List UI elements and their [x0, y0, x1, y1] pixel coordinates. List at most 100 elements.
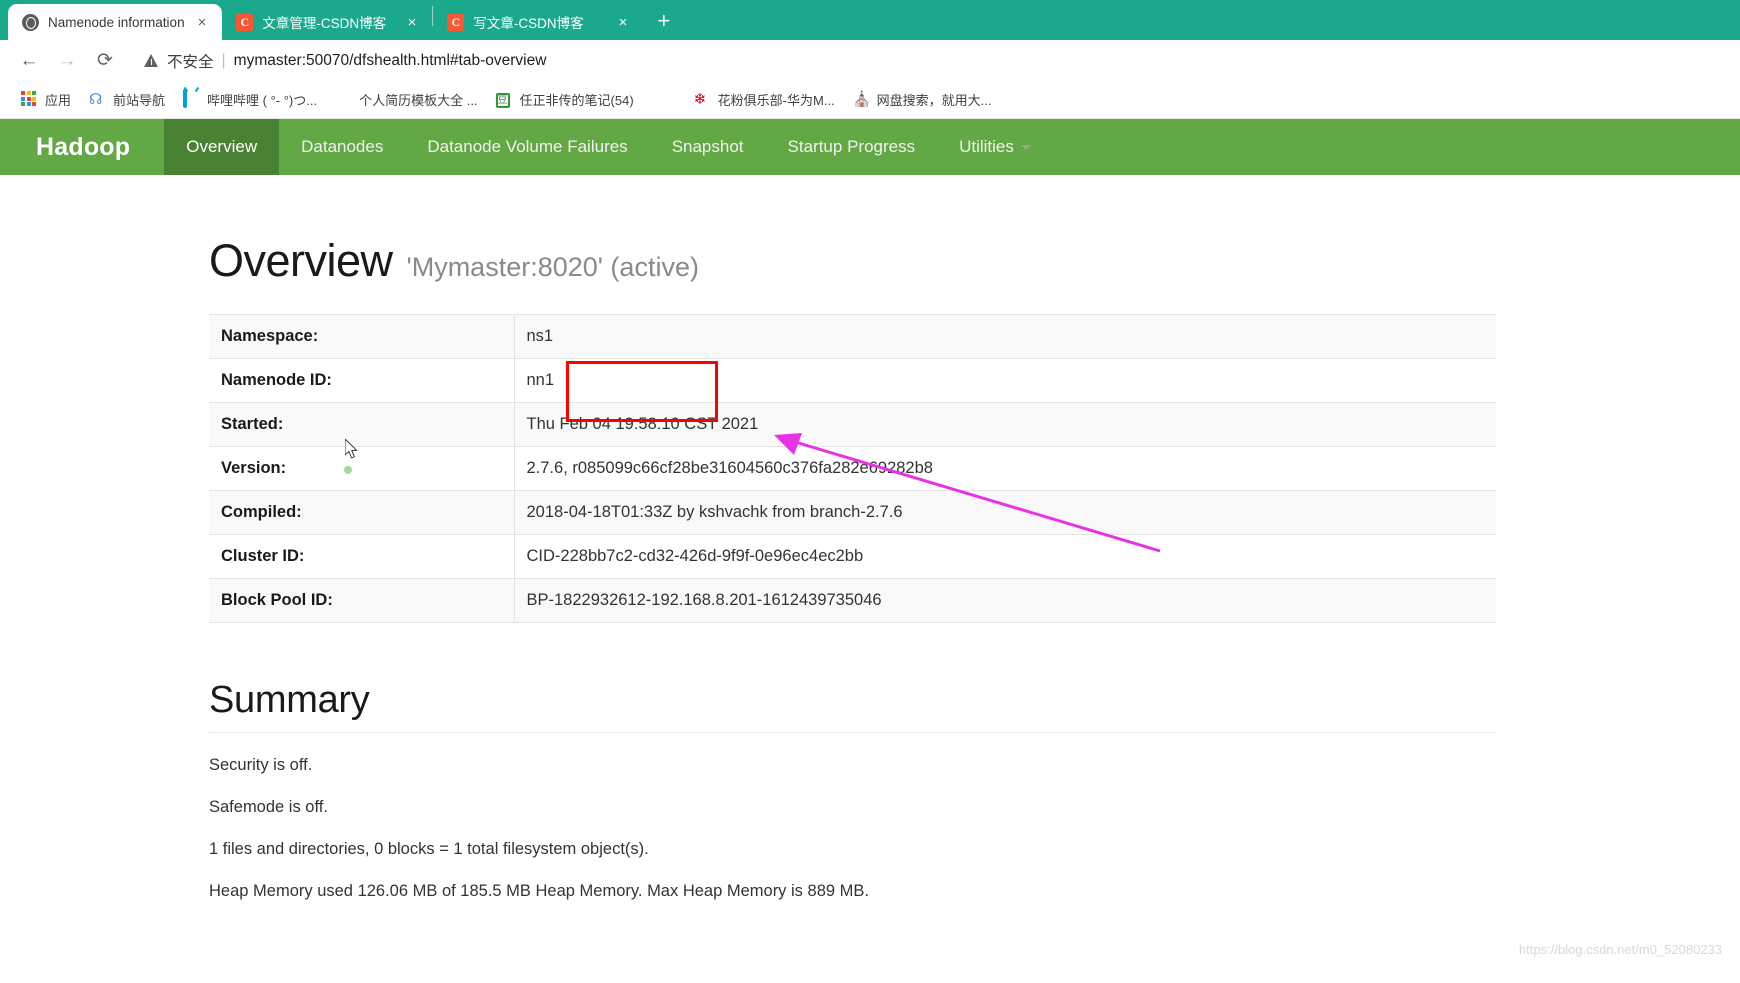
not-secure-warning-icon	[144, 53, 159, 68]
page-subtitle: 'Mymaster:8020' (active)	[406, 252, 699, 282]
bookmarks-bar: 应用 ☊ 前站导航 哔哩哔哩 ( °- °)つ... 个人简历模板大全 ... …	[0, 81, 1740, 119]
chevron-down-icon	[1020, 144, 1031, 150]
browser-tab-0[interactable]: Namenode information ×	[8, 4, 223, 40]
globe-icon	[22, 13, 39, 31]
row-value: Thu Feb 04 19:58:10 CST 2021	[526, 415, 759, 433]
browser-tab-1[interactable]: C 文章管理-CSDN博客 ×	[222, 4, 432, 40]
nav-tab-snapshot[interactable]: Snapshot	[650, 119, 766, 175]
table-row: Compiled: 2018-04-18T01:33Z by kshvachk …	[209, 490, 1496, 535]
row-value: ns1	[526, 327, 554, 345]
browser-toolbar: ← → ⟳ 不安全 | mymaster:50070/dfshealth.htm…	[0, 40, 1740, 81]
hadoop-navbar: Hadoop Overview Datanodes Datanode Volum…	[0, 119, 1740, 175]
summary-line: Heap Memory used 126.06 MB of 185.5 MB H…	[209, 882, 869, 900]
csdn-icon: C	[236, 13, 254, 31]
overview-properties-table: Namespace: ns1 Namenode ID: nn1 Started:…	[209, 314, 1496, 623]
tab-title: Namenode information	[48, 14, 185, 30]
row-value: nn1	[526, 371, 555, 389]
row-value: 2018-04-18T01:33Z by kshvachk from branc…	[526, 503, 903, 521]
bookmark-label: 应用	[45, 93, 72, 108]
table-row: Version: 2.7.6, r085099c66cf28be31604560…	[209, 446, 1496, 491]
tab-title: 写文章-CSDN博客	[473, 16, 584, 31]
bookmark-douban-notes[interactable]: 豆 任正非传的笔记(54)	[487, 87, 643, 112]
forward-button[interactable]: →	[48, 42, 86, 80]
huawei-flower-icon: ❄	[693, 91, 707, 108]
watermark-text: https://blog.csdn.net/m0_52080233	[1518, 942, 1722, 957]
overview-table-wrap: Namespace: ns1 Namenode ID: nn1 Started:…	[0, 314, 1740, 623]
url-text: mymaster:50070/dfshealth.html#tab-overvi…	[233, 51, 547, 69]
table-row: Namespace: ns1	[209, 314, 1496, 359]
bookmark-apps[interactable]: 应用	[12, 87, 80, 112]
row-label: Cluster ID:	[209, 534, 515, 579]
nav-tab-utilities[interactable]: Utilities	[937, 119, 1053, 175]
nav-tab-datanode-volume-failures[interactable]: Datanode Volume Failures	[405, 119, 649, 175]
bookmark-label: 任正非传的笔记(54)	[519, 93, 634, 108]
row-label: Block Pool ID:	[209, 578, 515, 623]
tab-strip: Namenode information × C 文章管理-CSDN博客 × C…	[0, 0, 1740, 40]
nav-label: Datanode Volume Failures	[427, 137, 628, 156]
nav-tab-datanodes[interactable]: Datanodes	[279, 119, 405, 175]
orange-box-icon: ⛪	[852, 91, 872, 108]
row-label: Compiled:	[209, 490, 515, 535]
table-row: Namenode ID: nn1	[209, 358, 1496, 403]
close-icon[interactable]: ×	[615, 13, 632, 32]
table-row: Block Pool ID: BP-1822932612-192.168.8.2…	[209, 578, 1496, 623]
page-title-row: Overview 'Mymaster:8020' (active)	[0, 175, 1740, 287]
row-label: Started:	[209, 402, 515, 447]
row-value: 2.7.6, r085099c66cf28be31604560c376fa282…	[526, 459, 933, 477]
douban-icon: 豆	[495, 93, 510, 108]
table-row: Started: Thu Feb 04 19:58:10 CST 2021	[209, 402, 1496, 447]
nav-label: Overview	[186, 137, 258, 156]
bookmark-label: 花粉俱乐部-华为M...	[717, 93, 835, 108]
bookmark-huafen-club[interactable]: ❄ 花粉俱乐部-华为M...	[685, 87, 844, 112]
hadoop-brand[interactable]: Hadoop	[0, 119, 164, 175]
omnibox-separator: |	[221, 51, 226, 69]
back-button[interactable]: ←	[10, 42, 48, 80]
summary-line: 1 files and directories, 0 blocks = 1 to…	[209, 840, 649, 858]
summary-line: Safemode is off.	[209, 798, 328, 816]
bookmark-globe[interactable]	[643, 88, 685, 111]
hadoop-page: Hadoop Overview Datanodes Datanode Volum…	[0, 119, 1740, 963]
nav-tab-startup-progress[interactable]: Startup Progress	[766, 119, 938, 175]
bilibili-icon	[183, 89, 200, 108]
document-icon	[335, 91, 352, 108]
bookmark-label: 个人简历模板大全 ...	[359, 93, 478, 108]
bookmark-label: 前站导航	[113, 93, 166, 108]
nav-label: Datanodes	[301, 137, 384, 156]
tab-title: 文章管理-CSDN博客	[262, 16, 387, 31]
summary-title: Summary	[209, 679, 1496, 733]
reload-button[interactable]: ⟳	[86, 42, 124, 80]
security-label: 不安全	[167, 53, 214, 71]
browser-window: Namenode information × C 文章管理-CSDN博客 × C…	[0, 0, 1740, 983]
bookmark-label: 哔哩哔哩 ( °- °)つ...	[207, 93, 318, 108]
globe-icon	[652, 91, 669, 108]
bookmark-netdisk-search[interactable]: ⛪ 网盘搜索，就用大...	[844, 87, 1001, 112]
row-value: BP-1822932612-192.168.8.201-161243973504…	[526, 591, 882, 609]
close-icon[interactable]: ×	[194, 13, 211, 32]
bookmark-label: 网盘搜索，就用大...	[876, 93, 992, 108]
nav-label: Snapshot	[671, 137, 744, 156]
bookmark-qianzhan[interactable]: ☊ 前站导航	[80, 87, 174, 112]
nav-label: Utilities	[959, 137, 1014, 156]
close-icon[interactable]: ×	[404, 13, 421, 32]
csdn-icon: C	[447, 13, 465, 31]
new-tab-button[interactable]: +	[643, 10, 684, 40]
nav-tab-overview[interactable]: Overview	[164, 119, 280, 175]
address-bar[interactable]: 不安全 | mymaster:50070/dfshealth.html#tab-…	[130, 46, 1730, 76]
bookmark-resume-templates[interactable]: 个人简历模板大全 ...	[326, 87, 486, 112]
row-label: Version:	[209, 446, 515, 491]
page-content: Overview 'Mymaster:8020' (active) Namesp…	[0, 175, 1740, 901]
nav-label: Startup Progress	[787, 137, 916, 156]
browser-tab-2[interactable]: C 写文章-CSDN博客 ×	[433, 4, 643, 40]
apps-grid-icon	[21, 91, 38, 108]
planet-icon: ☊	[89, 91, 103, 108]
row-label: Namespace:	[209, 314, 515, 359]
bookmark-bilibili[interactable]: 哔哩哔哩 ( °- °)つ...	[174, 87, 326, 112]
row-label: Namenode ID:	[209, 358, 515, 403]
summary-section: Summary Security is off. Safemode is off…	[0, 679, 1740, 901]
page-title: Overview	[209, 235, 393, 286]
hadoop-nav-items: Overview Datanodes Datanode Volume Failu…	[164, 119, 1053, 175]
summary-line: Security is off.	[209, 756, 313, 774]
row-value: CID-228bb7c2-cd32-426d-9f9f-0e96ec4ec2bb	[526, 547, 864, 565]
green-dot-marker	[344, 466, 352, 474]
table-row: Cluster ID: CID-228bb7c2-cd32-426d-9f9f-…	[209, 534, 1496, 579]
